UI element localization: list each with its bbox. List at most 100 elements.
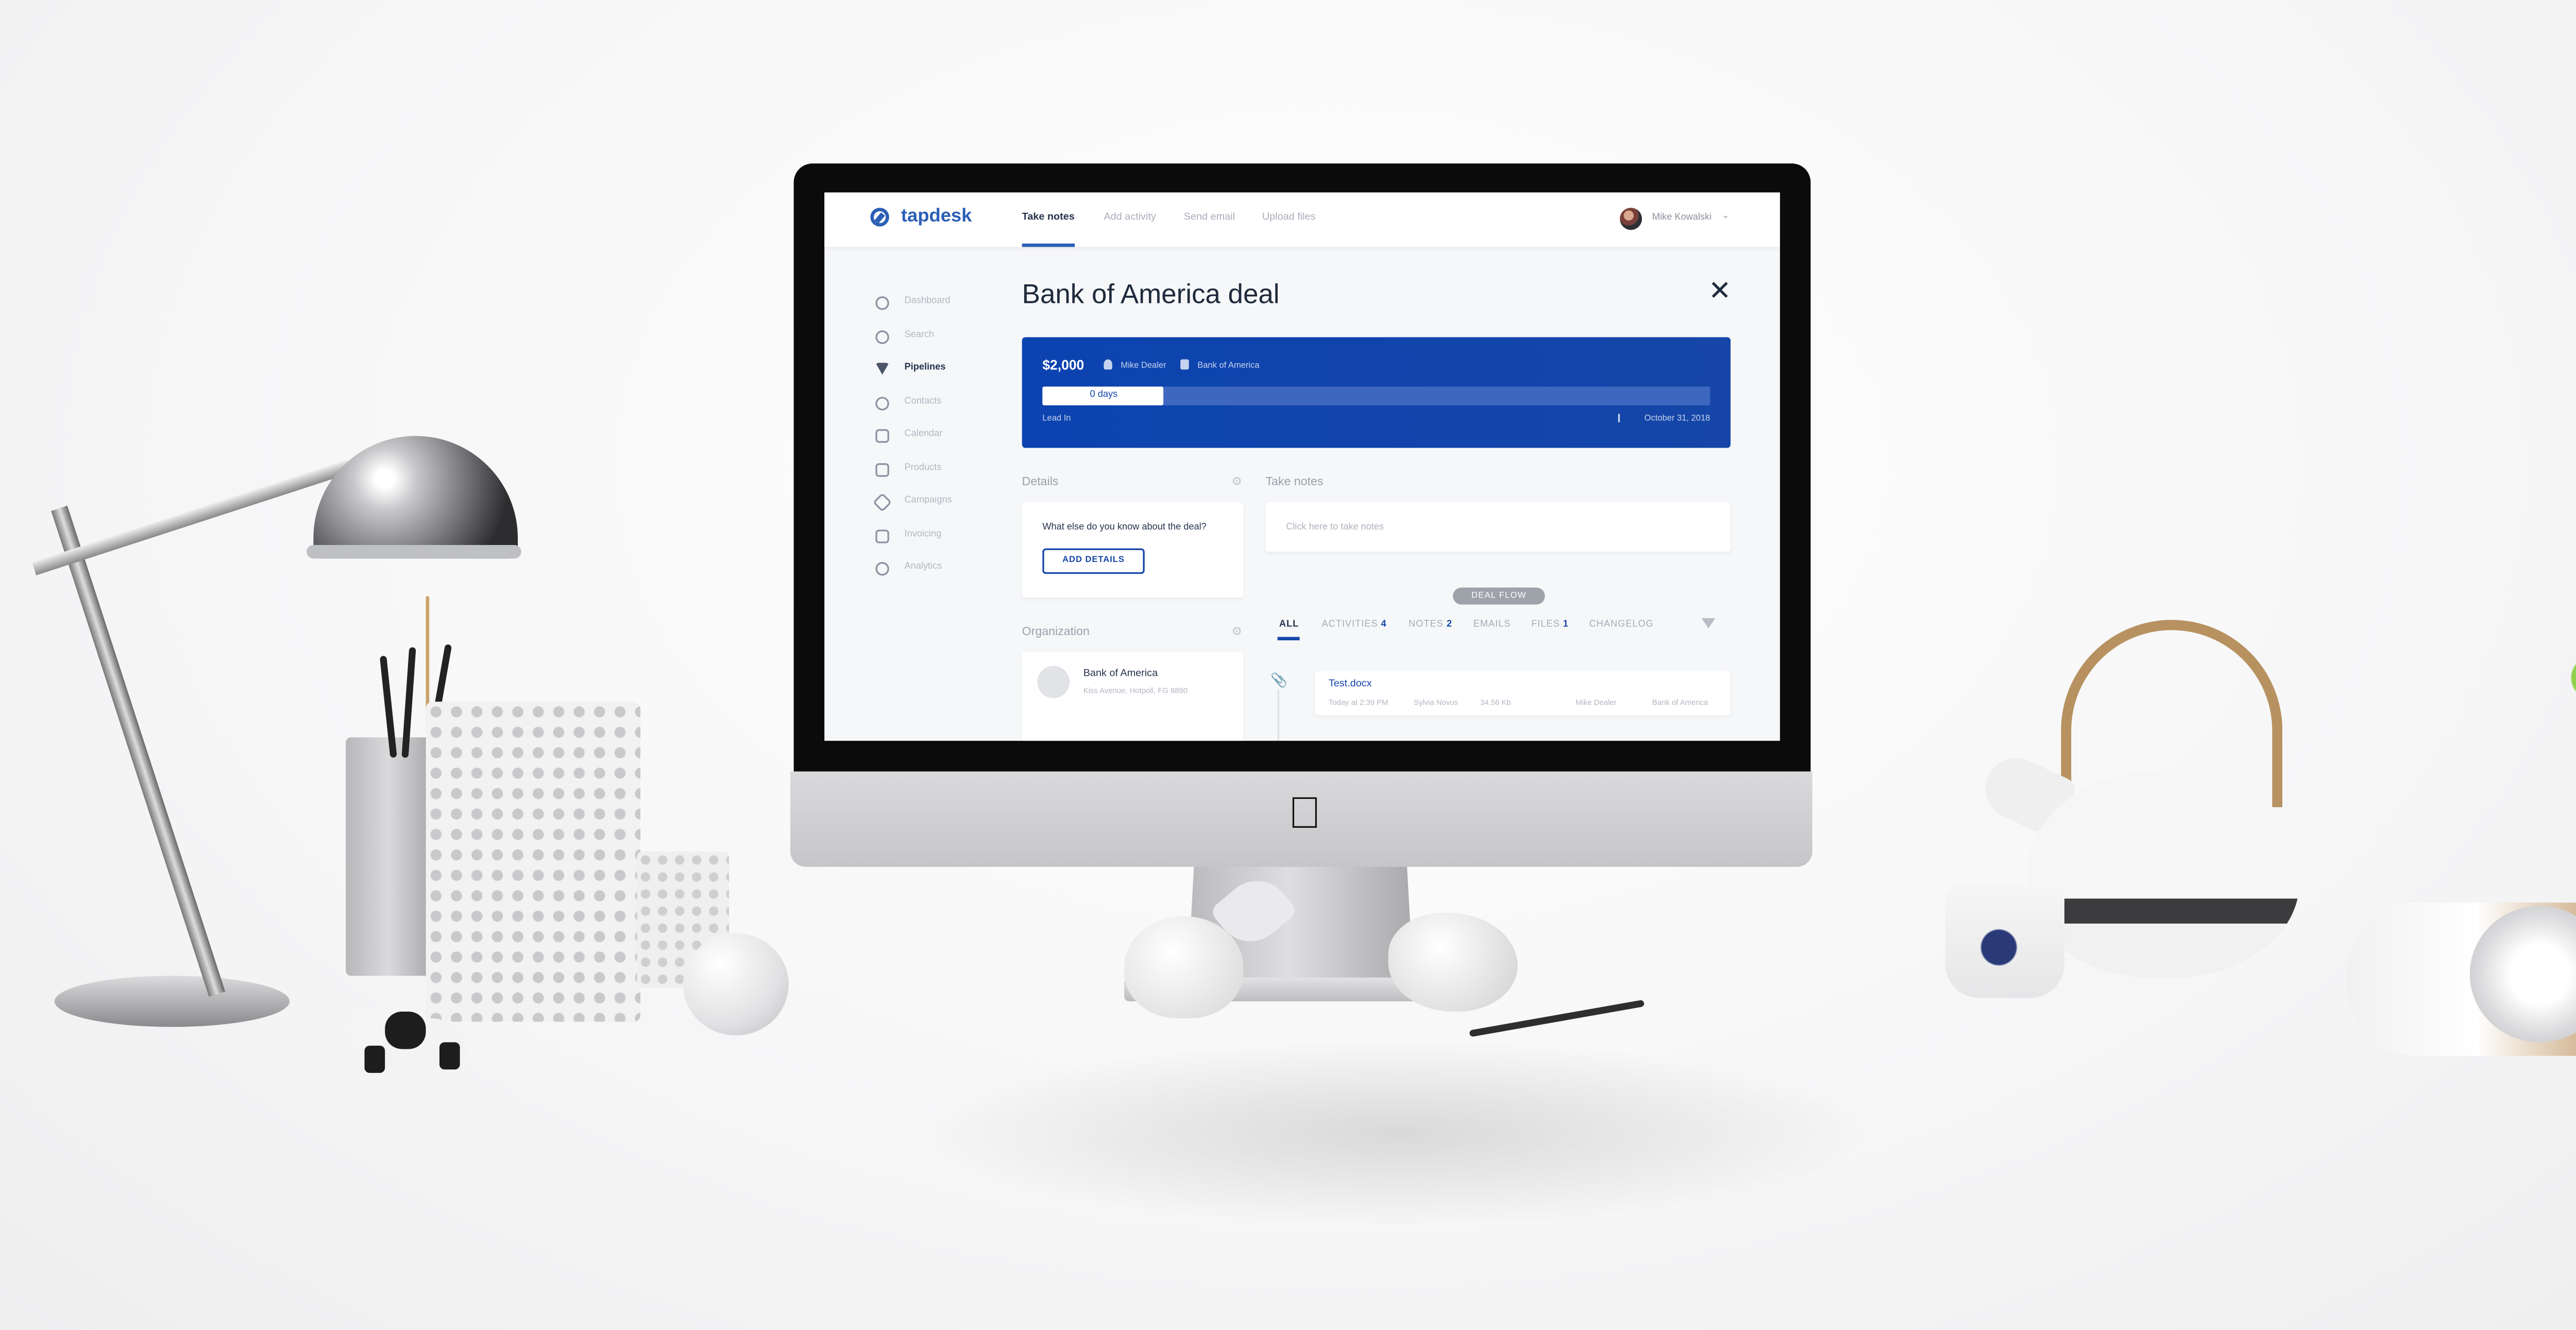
tab-changelog[interactable]: CHANGELOG: [1589, 620, 1654, 630]
timeline-line: [1277, 689, 1279, 741]
user-name[interactable]: Mike Kowalski: [1652, 213, 1711, 223]
file-entry[interactable]: Test.docx Today at 2:39 PM Sylvia Novus …: [1315, 671, 1731, 715]
tab-count: 2: [1446, 620, 1452, 630]
lamp-arm-upper: [32, 459, 352, 575]
sidebar-item-label: Campaigns: [904, 496, 952, 506]
gear-icon[interactable]: ⚙: [1231, 475, 1242, 489]
sidebar-item-dashboard[interactable]: Dashboard: [875, 295, 977, 315]
gear-icon[interactable]: ⚙: [1231, 625, 1242, 639]
notes-title: Take notes: [1265, 476, 1324, 489]
invoice-icon: [875, 530, 889, 543]
tab-label: CHANGELOG: [1589, 620, 1654, 630]
organization-card[interactable]: Bank of America Kiss Avenue, Hotpoll, FG…: [1022, 652, 1244, 741]
panda-leg: [364, 1045, 385, 1073]
sidebar-item-label: Calendar: [904, 429, 943, 439]
deal-organization[interactable]: Bank of America: [1197, 361, 1259, 371]
top-bar: tapdesk Take notes Add activity Send ema…: [824, 192, 1780, 247]
tab-label: ALL: [1279, 620, 1299, 630]
analytics-icon: [875, 562, 889, 576]
app-logo[interactable]: tapdesk: [901, 206, 972, 227]
chevron-down-icon[interactable]: ⌄: [1722, 211, 1729, 221]
sidebar-item-label: Contacts: [904, 397, 942, 407]
deal-flow-badge: DEAL FLOW: [1453, 587, 1545, 605]
sidebar-item-label: Invoicing: [904, 530, 942, 540]
tab-emails[interactable]: EMAILS: [1473, 620, 1511, 630]
tab-add-activity[interactable]: Add activity: [1104, 213, 1156, 223]
sidebar-item-pipelines[interactable]: Pipelines: [875, 361, 977, 382]
plant: [2546, 596, 2576, 869]
deal-owner[interactable]: Mike Dealer: [1121, 361, 1166, 371]
sidebar-item-products[interactable]: Products: [875, 462, 977, 482]
desk-shadow: [920, 1038, 1874, 1226]
sidebar-item-label: Search: [904, 330, 935, 341]
deal-progress-label: 0 days: [1090, 390, 1118, 400]
compass-logo-icon: [870, 208, 889, 227]
file-name-link[interactable]: Test.docx: [1329, 679, 1372, 690]
tab-notes[interactable]: NOTES 2: [1409, 620, 1452, 630]
file-organization: Bank of America: [1652, 698, 1708, 707]
app-window: tapdesk Take notes Add activity Send ema…: [824, 192, 1780, 741]
box-icon: [875, 463, 889, 477]
sidebar-item-analytics[interactable]: Analytics: [875, 560, 977, 581]
paperclip-icon: 📎: [1270, 672, 1288, 688]
user-avatar[interactable]: [1620, 208, 1642, 230]
calendar-icon: [875, 429, 889, 443]
organization-name[interactable]: Bank of America: [1083, 669, 1158, 679]
details-question: What else do you know about the deal?: [1042, 522, 1207, 533]
tab-count: 4: [1381, 620, 1387, 630]
deal-amount: $2,000: [1042, 357, 1084, 373]
desk-scene:  tapdesk Take notes Add activity Send e…: [0, 0, 2576, 1330]
deal-progress-bar[interactable]: 0 days: [1042, 386, 1710, 405]
sidebar-item-label: Analytics: [904, 562, 942, 572]
sidebar-item-label: Pipelines: [904, 363, 946, 373]
lamp-shade: [313, 436, 518, 559]
tab-send-email[interactable]: Send email: [1184, 213, 1235, 223]
lamp-arm: [51, 505, 226, 997]
tab-label: EMAILS: [1473, 620, 1511, 630]
sidebar-item-invoicing[interactable]: Invoicing: [875, 528, 977, 549]
bird-figurine: [1124, 916, 1244, 1019]
dashboard-icon: [875, 296, 889, 310]
deal-summary-card: $2,000 Mike Dealer Bank of America 0 day…: [1022, 337, 1731, 448]
search-icon: [875, 330, 889, 344]
tab-files[interactable]: FILES 1: [1531, 620, 1569, 630]
user-icon: [1104, 359, 1112, 370]
page-title: Bank of America deal: [1022, 281, 1280, 310]
sidebar-item-calendar[interactable]: Calendar: [875, 428, 977, 448]
tab-activities[interactable]: ACTIVITIES 4: [1322, 620, 1387, 630]
sidebar-item-contacts[interactable]: Contacts: [875, 395, 977, 416]
details-card: What else do you know about the deal? AD…: [1022, 502, 1244, 598]
tab-label: ACTIVITIES: [1321, 620, 1378, 630]
pencil: [1469, 999, 1645, 1037]
crumpled-paper: [1388, 913, 1518, 1012]
lamp-rim: [307, 544, 521, 559]
tab-take-notes[interactable]: Take notes: [1022, 213, 1075, 223]
sidebar-item-campaigns[interactable]: Campaigns: [872, 492, 977, 515]
deal-close-date: October 31, 2018: [1644, 414, 1710, 424]
building-icon: [1180, 359, 1189, 370]
organization-address: Kiss Avenue, Hotpoll, FG 8890: [1083, 686, 1188, 695]
add-details-button[interactable]: ADD DETAILS: [1042, 548, 1145, 574]
tab-all[interactable]: ALL: [1279, 620, 1299, 630]
filter-icon[interactable]: [1701, 618, 1716, 628]
lamp-base: [54, 976, 290, 1027]
panda-leg: [439, 1042, 460, 1070]
teapot: [2027, 770, 2300, 978]
tab-upload-files[interactable]: Upload files: [1262, 213, 1316, 223]
file-size: 34.56 Kb: [1480, 698, 1511, 707]
tab-label: NOTES: [1409, 620, 1444, 630]
notes-placeholder: Click here to take notes: [1286, 522, 1384, 533]
close-icon[interactable]: ✕: [1708, 279, 1731, 306]
deal-stage: Lead In: [1042, 414, 1071, 424]
organization-title: Organization: [1022, 626, 1090, 639]
contacts-icon: [875, 397, 889, 411]
notes-input[interactable]: Click here to take notes: [1265, 502, 1731, 552]
file-owner: Mike Dealer: [1575, 698, 1617, 707]
sidebar-item-label: Products: [904, 463, 942, 474]
perforated-vase: [426, 702, 641, 1022]
send-icon: [872, 492, 892, 513]
sidebar-item-label: Dashboard: [904, 296, 951, 307]
sidebar-item-search[interactable]: Search: [875, 329, 977, 349]
active-tab-indicator: [1277, 637, 1300, 641]
pen-holder: [346, 737, 431, 976]
